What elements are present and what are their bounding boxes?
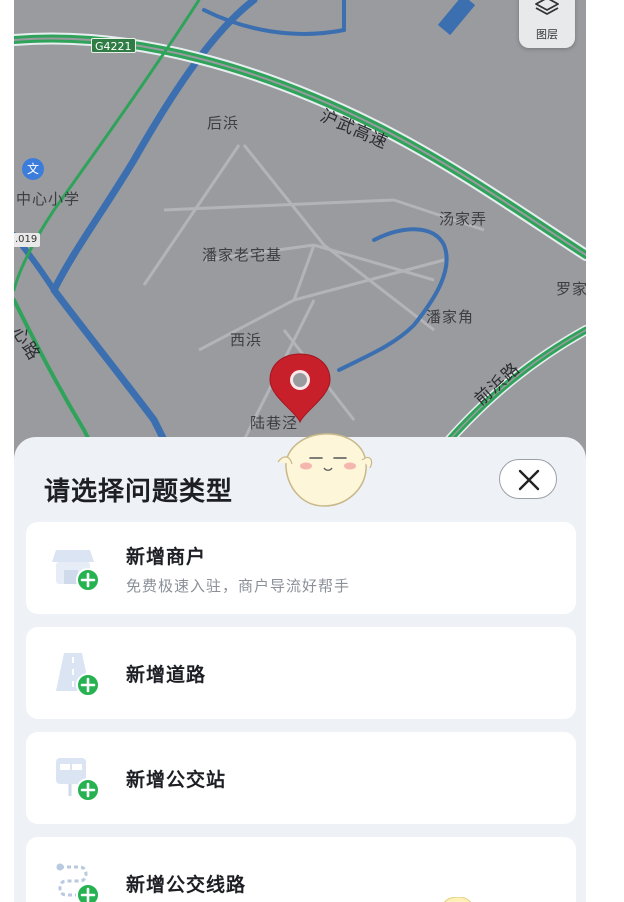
road-add-icon xyxy=(50,647,102,699)
option-add-merchant[interactable]: 新增商户 免费极速入驻，商户导流好帮手 xyxy=(26,522,576,614)
bus-route-add-icon xyxy=(50,857,102,902)
school-poi-icon[interactable]: 文 xyxy=(22,158,44,180)
map-label-school[interactable]: 中心小学 xyxy=(16,188,80,209)
option-add-road[interactable]: 新增道路 xyxy=(26,627,576,719)
map-label-xibang: 西浜 xyxy=(230,331,263,349)
option-add-bus-route[interactable]: 新增公交线路 xyxy=(26,837,576,902)
layers-label: 图层 xyxy=(536,28,558,41)
map-label-luojia: 罗家 xyxy=(556,280,586,298)
option-title: 新增公交站 xyxy=(126,769,227,791)
map-label-houbang: 后浜 xyxy=(207,114,240,132)
close-icon xyxy=(518,469,540,491)
map-label-panjiajiao: 潘家角 xyxy=(426,308,475,326)
map-label-tangjianong: 汤家弄 xyxy=(439,210,488,228)
layers-icon xyxy=(535,0,559,15)
highway-shield: G4221 xyxy=(91,38,136,53)
sheet-title: 请选择问题类型 xyxy=(44,477,234,507)
storefront-add-icon xyxy=(50,542,102,594)
map-view[interactable]: G4221 .019 后浜 沪武高速 文 中心小学 汤家弄 潘家老宅基 罗家 潘… xyxy=(14,0,586,470)
mascot-sticker-icon xyxy=(440,892,474,902)
option-subtitle: 免费极速入驻，商户导流好帮手 xyxy=(126,577,351,595)
bus-stop-add-icon xyxy=(50,752,102,804)
mascot-sticker-icon xyxy=(276,428,376,516)
map-label-panjia-old: 潘家老宅基 xyxy=(202,246,283,264)
close-button[interactable] xyxy=(499,459,557,499)
road-shield: .019 xyxy=(14,233,41,247)
option-title: 新增商户 xyxy=(126,546,207,568)
option-add-bus-stop[interactable]: 新增公交站 xyxy=(26,732,576,824)
option-title: 新增公交线路 xyxy=(126,874,247,896)
phone-screen: G4221 .019 后浜 沪武高速 文 中心小学 汤家弄 潘家老宅基 罗家 潘… xyxy=(14,0,586,902)
layers-button[interactable]: 图层 xyxy=(519,0,575,48)
option-title: 新增道路 xyxy=(126,664,207,686)
